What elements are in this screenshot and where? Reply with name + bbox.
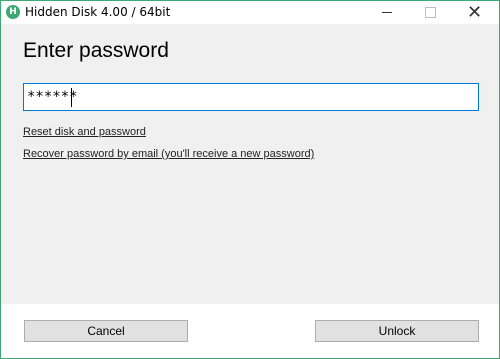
- password-mask: ******: [27, 89, 78, 105]
- cancel-button[interactable]: Cancel: [24, 320, 188, 342]
- password-input[interactable]: ******: [23, 83, 479, 111]
- button-bar: Cancel Unlock: [1, 304, 499, 358]
- app-window: H Hidden Disk 4.00 / 64bit ✕ Enter passw…: [0, 0, 500, 359]
- minimize-icon: [381, 12, 392, 13]
- maximize-button[interactable]: [408, 1, 453, 24]
- close-icon: ✕: [466, 1, 483, 23]
- app-icon: H: [6, 5, 20, 19]
- maximize-icon: [425, 7, 436, 18]
- reset-disk-link[interactable]: Reset disk and password: [23, 126, 146, 138]
- title-bar[interactable]: H Hidden Disk 4.00 / 64bit ✕: [1, 1, 499, 24]
- minimize-button[interactable]: [364, 1, 409, 24]
- unlock-button[interactable]: Unlock: [315, 320, 479, 342]
- close-button[interactable]: ✕: [452, 1, 497, 24]
- text-caret: [71, 88, 72, 107]
- page-title: Enter password: [23, 39, 169, 62]
- recover-password-link[interactable]: Recover password by email (you'll receiv…: [23, 148, 314, 160]
- window-title: Hidden Disk 4.00 / 64bit: [25, 5, 171, 19]
